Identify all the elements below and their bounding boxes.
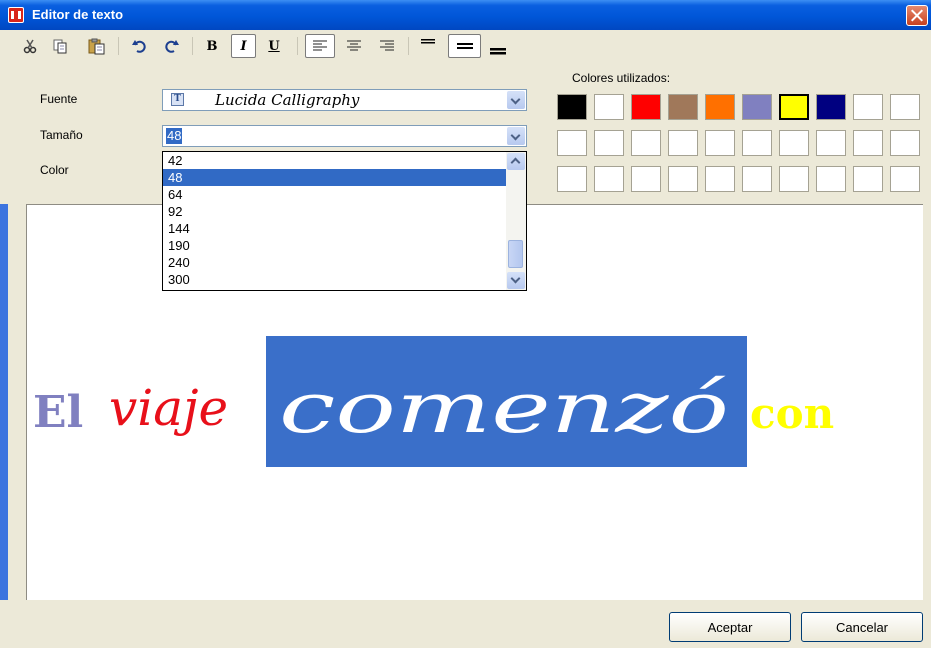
undo-button[interactable] (127, 34, 151, 58)
toolbar-separator (118, 37, 119, 55)
size-dropdown-list[interactable]: 42 48 64 92 144 190 240 300 (162, 151, 527, 291)
copy-button[interactable] (48, 34, 72, 58)
align-right-button[interactable] (374, 34, 400, 58)
line-thick-button[interactable] (486, 34, 510, 58)
color-swatch[interactable] (557, 166, 587, 192)
window-left-edge (0, 204, 8, 648)
color-swatch[interactable] (594, 94, 624, 120)
chevron-down-icon[interactable] (507, 91, 525, 109)
dialog-footer: Aceptar Cancelar (0, 600, 931, 648)
window-title: Editor de texto (32, 7, 124, 22)
color-swatch[interactable] (668, 130, 698, 156)
align-center-button[interactable] (341, 34, 367, 58)
size-select-value[interactable]: 48 (166, 128, 183, 144)
scroll-down-icon[interactable] (507, 272, 525, 289)
cancel-button[interactable]: Cancelar (801, 612, 923, 642)
color-swatch[interactable] (816, 94, 846, 120)
size-option[interactable]: 64 (163, 186, 526, 203)
undo-icon (132, 40, 146, 53)
color-swatch[interactable] (631, 166, 661, 192)
toolbar-separator (297, 37, 298, 55)
color-swatch[interactable] (705, 130, 735, 156)
size-option[interactable]: 144 (163, 220, 526, 237)
color-swatch[interactable] (816, 130, 846, 156)
accept-button[interactable]: Aceptar (669, 612, 791, 642)
color-swatch[interactable] (742, 130, 772, 156)
redo-icon (165, 40, 179, 53)
color-swatch[interactable] (594, 130, 624, 156)
used-colors-label: Colores utilizados: (572, 71, 671, 85)
paste-icon (88, 38, 105, 54)
color-swatch[interactable] (742, 166, 772, 192)
color-swatch[interactable] (557, 94, 587, 120)
dropdown-scrollbar[interactable] (506, 152, 526, 290)
color-swatch[interactable] (853, 130, 883, 156)
line-thin-icon (421, 39, 435, 44)
italic-button[interactable]: I (231, 34, 256, 58)
color-swatch[interactable] (594, 166, 624, 192)
size-option[interactable]: 42 (163, 152, 526, 169)
align-center-icon (347, 40, 361, 51)
copy-icon (53, 39, 67, 54)
align-right-icon (380, 40, 394, 51)
size-label: Tamaño (40, 128, 83, 142)
app-icon (8, 7, 24, 23)
chevron-down-icon[interactable] (507, 127, 525, 145)
color-swatch[interactable] (631, 94, 661, 120)
size-options: 42 48 64 92 144 190 240 300 (163, 152, 526, 288)
line-medium-icon (456, 43, 473, 49)
canvas-word: El (33, 387, 83, 438)
color-swatch[interactable] (705, 94, 735, 120)
align-left-button[interactable] (305, 34, 335, 58)
accept-button-label: Aceptar (707, 619, 753, 635)
color-swatch[interactable] (779, 166, 809, 192)
truetype-font-icon: T (171, 93, 184, 106)
color-swatch[interactable] (668, 94, 698, 120)
color-swatch[interactable] (816, 166, 846, 192)
underline-button[interactable]: U (262, 34, 286, 58)
size-option[interactable]: 300 (163, 271, 526, 288)
color-swatch[interactable] (890, 94, 920, 120)
align-left-icon (313, 40, 327, 51)
size-option[interactable]: 92 (163, 203, 526, 220)
color-swatch[interactable] (631, 130, 661, 156)
color-label: Color (40, 163, 69, 177)
color-swatch[interactable] (668, 166, 698, 192)
close-button[interactable] (906, 5, 928, 26)
color-swatch[interactable] (705, 166, 735, 192)
line-thin-button[interactable] (416, 34, 440, 58)
color-swatch[interactable] (890, 130, 920, 156)
size-option[interactable]: 48 (163, 169, 526, 186)
scroll-thumb[interactable] (508, 240, 523, 268)
color-swatch[interactable] (779, 94, 809, 120)
font-select[interactable]: T Lucida Calligraphy (162, 89, 527, 111)
redo-button[interactable] (160, 34, 184, 58)
size-option[interactable]: 240 (163, 254, 526, 271)
cut-button[interactable] (18, 34, 42, 58)
font-select-value: Lucida Calligraphy (215, 91, 360, 109)
color-swatch[interactable] (557, 130, 587, 156)
bold-button[interactable]: B (200, 34, 224, 58)
editor-window: Editor de texto B I U Fuente Tamaño Colo… (0, 0, 931, 648)
color-swatch[interactable] (890, 166, 920, 192)
toolbar-separator (408, 37, 409, 55)
line-medium-button[interactable] (448, 34, 481, 58)
cut-icon (23, 39, 37, 54)
font-label: Fuente (40, 92, 78, 106)
size-select[interactable]: 48 (162, 125, 527, 147)
paste-button[interactable] (84, 34, 110, 58)
toolbar-separator (192, 37, 193, 55)
color-swatch[interactable] (853, 94, 883, 120)
color-swatch[interactable] (742, 94, 772, 120)
line-thick-icon (490, 48, 506, 55)
canvas-word: viaje (109, 379, 228, 437)
color-swatch[interactable] (779, 130, 809, 156)
canvas-word: comenzó (279, 367, 729, 449)
title-bar[interactable]: Editor de texto (0, 0, 931, 30)
canvas-word: con (750, 389, 834, 438)
size-option[interactable]: 190 (163, 237, 526, 254)
scroll-up-icon[interactable] (507, 153, 525, 170)
color-swatch[interactable] (853, 166, 883, 192)
cancel-button-label: Cancelar (835, 619, 889, 635)
